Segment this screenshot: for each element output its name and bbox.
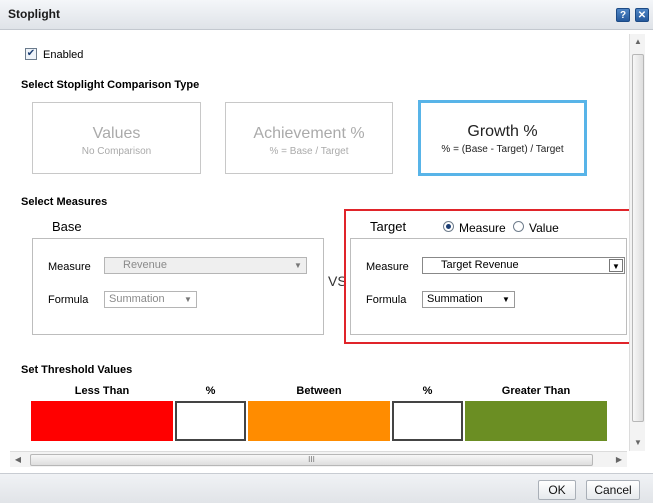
help-icon[interactable]: ?	[616, 8, 630, 22]
percent-header-2: %	[422, 385, 433, 397]
target-measure-value: Target Revenue	[441, 259, 519, 271]
achievement-option-subtitle: % = Base / Target	[269, 146, 349, 157]
growth-option-card[interactable]: Growth % % = (Base - Target) / Target	[418, 100, 587, 176]
growth-option-subtitle: % = (Base - Target) / Target	[441, 144, 564, 155]
percent-header-1: %	[205, 385, 216, 397]
scroll-up-icon[interactable]: ▲	[630, 34, 646, 50]
enabled-label: Enabled	[43, 49, 84, 61]
greater-than-header: Greater Than	[501, 385, 571, 397]
target-title: Target	[370, 219, 407, 234]
base-formula-select: Summation ▼	[104, 291, 197, 308]
ok-button[interactable]: OK	[538, 480, 576, 500]
target-formula-label: Formula	[366, 294, 407, 306]
vertical-scroll-thumb[interactable]	[632, 54, 644, 422]
base-measure-label: Measure	[48, 261, 91, 273]
target-value-radio[interactable]	[513, 221, 524, 232]
threshold-input-2[interactable]	[392, 401, 463, 441]
achievement-option-title: Achievement %	[253, 125, 365, 142]
cancel-button[interactable]: Cancel	[586, 480, 640, 500]
base-measure-select: Revenue ▼	[104, 257, 307, 274]
target-formula-select[interactable]: Summation ▼	[422, 291, 515, 308]
chevron-down-icon: ▼	[609, 259, 623, 272]
target-measure-radio[interactable]	[443, 221, 454, 232]
close-icon[interactable]: ✕	[635, 8, 649, 22]
horizontal-scroll-thumb[interactable]: III	[30, 454, 593, 466]
vertical-scrollbar[interactable]: ▲ ▼	[629, 34, 645, 451]
base-formula-label: Formula	[48, 294, 89, 306]
base-measure-value: Revenue	[123, 259, 168, 271]
achievement-option-card[interactable]: Achievement % % = Base / Target	[225, 102, 393, 174]
base-panel	[32, 238, 324, 335]
growth-option-title: Growth %	[467, 123, 538, 140]
values-option-subtitle: No Comparison	[81, 146, 152, 157]
base-formula-value: Summation	[109, 293, 165, 305]
dialog-title: Stoplight	[8, 7, 60, 21]
target-measure-label: Measure	[366, 261, 409, 273]
dialog-footer: OK Cancel	[0, 473, 653, 503]
scroll-down-icon[interactable]: ▼	[630, 435, 646, 451]
thresholds-heading: Set Threshold Values	[21, 364, 133, 376]
comparison-heading: Select Stoplight Comparison Type	[21, 79, 200, 91]
target-measure-select[interactable]: Target Revenue ▼	[422, 257, 625, 274]
scroll-left-icon[interactable]: ◀	[10, 452, 26, 468]
between-color-bar	[248, 401, 390, 441]
dialog-titlebar: Stoplight ? ✕	[0, 0, 653, 30]
chevron-down-icon: ▼	[502, 295, 510, 304]
horizontal-scrollbar[interactable]: ◀ III ▶	[10, 451, 627, 467]
target-panel	[350, 238, 627, 335]
base-title: Base	[52, 219, 82, 234]
scroll-right-icon[interactable]: ▶	[611, 452, 627, 468]
enabled-checkbox[interactable]: ✔	[25, 48, 37, 60]
greater-than-color-bar	[465, 401, 607, 441]
target-value-radio-label: Value	[529, 221, 559, 235]
target-measure-radio-label: Measure	[459, 221, 506, 235]
less-than-color-bar	[31, 401, 173, 441]
threshold-input-1[interactable]	[175, 401, 246, 441]
chevron-down-icon: ▼	[184, 295, 192, 304]
values-option-title: Values	[92, 125, 141, 142]
less-than-header: Less Than	[74, 385, 130, 397]
values-option-card[interactable]: Values No Comparison	[32, 102, 201, 174]
target-formula-value: Summation	[427, 293, 483, 305]
chevron-down-icon: ▼	[294, 261, 302, 270]
between-header: Between	[296, 385, 342, 397]
measures-heading: Select Measures	[21, 196, 108, 208]
